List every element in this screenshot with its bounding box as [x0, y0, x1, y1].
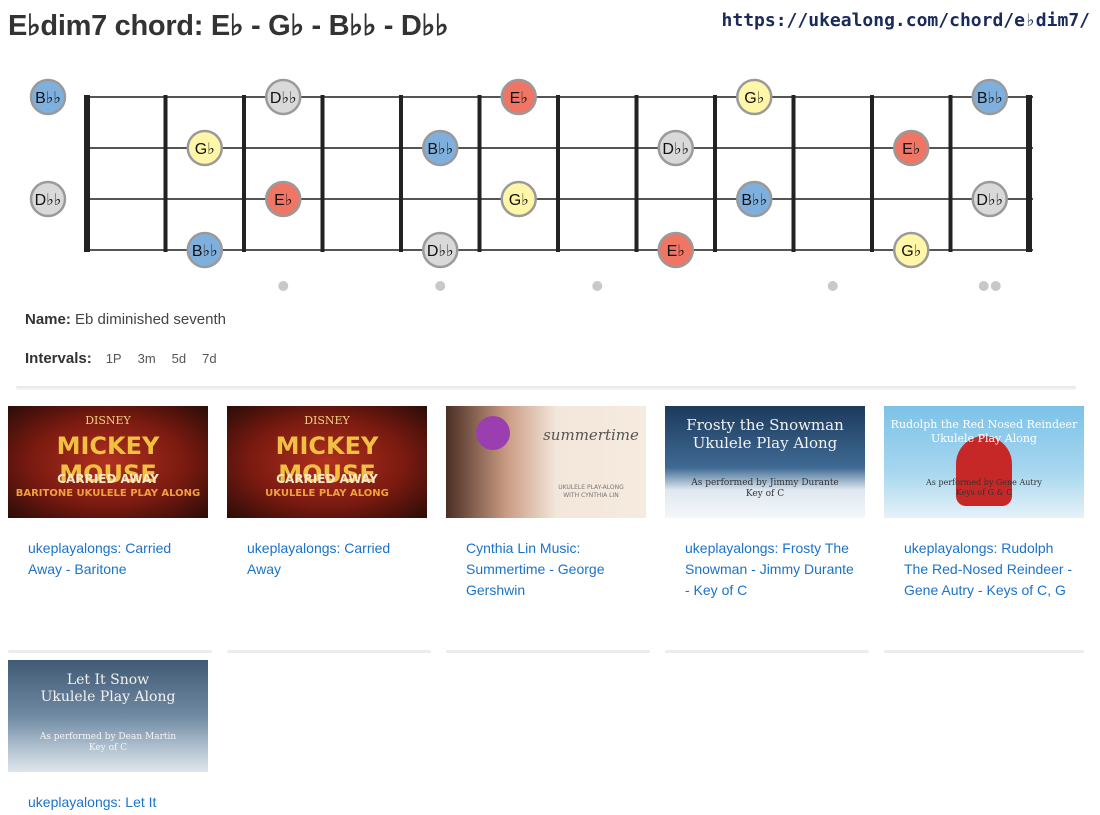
video-title-link[interactable]: ukeplayalongs: Carried Away: [247, 538, 417, 580]
note-label: D♭♭: [35, 192, 62, 209]
thumb-text: DISNEY: [304, 414, 350, 427]
thumb-text: Keys of G & C: [955, 488, 1013, 497]
note-label: E♭: [667, 243, 685, 260]
page-title: E♭dim7 chord: E♭ - G♭ - B♭♭ - D♭♭: [8, 10, 449, 42]
note-label: G♭: [509, 192, 529, 209]
note-label: D♭♭: [427, 243, 454, 260]
thumb-text: Let It Snow: [66, 672, 150, 688]
name-label: Name:: [25, 311, 71, 328]
chord-url-link[interactable]: https://ukealong.com/chord/e♭dim7/: [722, 10, 1090, 31]
inlay-dot: [435, 281, 446, 291]
thumb-text: summertime: [543, 426, 639, 444]
inlay-dot: [827, 281, 838, 291]
thumb-text: Frosty the Snowman: [686, 416, 844, 434]
note-label: D♭♭: [976, 192, 1003, 209]
flower-shape: [476, 416, 510, 450]
note-label: B♭♭: [977, 90, 1003, 107]
intervals-label: Intervals:: [25, 350, 92, 367]
thumb-text: WITH CYNTHIA LIN: [563, 492, 619, 499]
note-label: B♭♭: [192, 243, 218, 260]
thumb-text: UKULELE PLAY ALONG: [265, 488, 389, 499]
inlay-dot: [978, 281, 989, 291]
video-title-link[interactable]: Cynthia Lin Music: Summertime - George G…: [466, 538, 636, 601]
note-label: D♭♭: [662, 141, 689, 158]
note-label: B♭♭: [741, 192, 767, 209]
card-separator: [227, 650, 431, 653]
note-label: E♭: [510, 90, 528, 107]
inlay-dot: [592, 281, 603, 291]
video-card[interactable]: summertime UKULELE PLAY-ALONG WITH CYNTH…: [446, 406, 646, 601]
video-thumbnail[interactable]: DISNEY MICKEY MOUSE CARRIED AWAY UKULELE…: [227, 406, 427, 518]
thumb-text: UKULELE PLAY-ALONG: [558, 484, 624, 491]
note-label: G♭: [195, 141, 215, 158]
inlay-dot: [278, 281, 289, 291]
thumb-text: CARRIED AWAY: [276, 472, 378, 486]
card-separator: [665, 650, 869, 653]
video-card[interactable]: DISNEY MICKEY MOUSE CARRIED AWAY UKULELE…: [227, 406, 427, 580]
video-title-link[interactable]: ukeplayalongs: Frosty The Snowman - Jimm…: [685, 538, 855, 601]
note-label: D♭♭: [270, 90, 297, 107]
video-card[interactable]: DISNEY MICKEY MOUSE CARRIED AWAY BARITON…: [8, 406, 208, 580]
thumb-text: BARITONE UKULELE PLAY ALONG: [15, 488, 201, 499]
thumb-text: Ukulele Play Along: [692, 434, 838, 452]
thumb-text: Rudolph the Red Nosed Reindeer: [890, 418, 1078, 431]
interval-minor-third: 3m: [137, 351, 156, 366]
chord-name-value: Eb diminished seventh: [75, 311, 226, 328]
video-thumbnail[interactable]: Frosty the Snowman Ukulele Play Along As…: [665, 406, 865, 518]
interval-root: 1P: [105, 351, 122, 366]
video-title-link[interactable]: ukeplayalongs: Let It: [28, 792, 198, 813]
card-separator: [446, 650, 650, 653]
chord-name-row: Name: Eb diminished seventh: [25, 311, 226, 328]
video-card[interactable]: Rudolph the Red Nosed Reindeer Ukulele P…: [884, 406, 1084, 601]
video-card[interactable]: Frosty the Snowman Ukulele Play Along As…: [665, 406, 865, 601]
video-thumbnail[interactable]: DISNEY MICKEY MOUSE CARRIED AWAY BARITON…: [8, 406, 208, 518]
thumb-text: Key of C: [745, 489, 785, 499]
section-divider: [16, 386, 1076, 390]
thumb-text: As performed by Jimmy Durante: [691, 478, 839, 488]
video-thumbnail[interactable]: Rudolph the Red Nosed Reindeer Ukulele P…: [884, 406, 1084, 518]
note-label: B♭♭: [35, 90, 61, 107]
note-label: E♭: [274, 192, 292, 209]
interval-diminished-seventh: 7d: [202, 351, 217, 366]
note-label: G♭: [901, 243, 921, 260]
thumb-text: DISNEY: [85, 414, 131, 427]
card-separator: [884, 650, 1084, 653]
note-label: G♭: [744, 90, 764, 107]
note-label: E♭: [902, 141, 920, 158]
thumb-text: Key of C: [88, 743, 128, 753]
video-title-link[interactable]: ukeplayalongs: Carried Away - Baritone: [28, 538, 198, 580]
thumb-text: As performed by Gene Autry: [926, 478, 1042, 487]
note-label: B♭♭: [427, 141, 453, 158]
video-title-link[interactable]: ukeplayalongs: Rudolph The Red-Nosed Rei…: [904, 538, 1074, 601]
thumb-text: CARRIED AWAY: [57, 472, 159, 486]
intervals-row: Intervals: 1P 3m 5d 7d: [25, 350, 217, 367]
interval-diminished-fifth: 5d: [171, 351, 187, 366]
video-thumbnail[interactable]: summertime UKULELE PLAY-ALONG WITH CYNTH…: [446, 406, 646, 518]
thumb-text: Ukulele Play Along: [931, 432, 1037, 445]
thumb-text: As performed by Dean Martin: [39, 732, 177, 742]
video-thumbnail[interactable]: Let It Snow Ukulele Play Along As perfor…: [8, 660, 208, 772]
card-separator: [8, 650, 212, 653]
inlay-dot: [990, 281, 1001, 291]
video-card[interactable]: Let It Snow Ukulele Play Along As perfor…: [8, 660, 208, 813]
thumb-text: Ukulele Play Along: [40, 689, 176, 705]
fretboard-diagram: B♭♭ D♭♭ D♭♭ E♭ G♭ B♭♭ G♭ B♭♭ D♭♭ E♭ E♭ G♭ B♭♭ D♭♭ B♭♭ D…: [29, 78, 1033, 291]
